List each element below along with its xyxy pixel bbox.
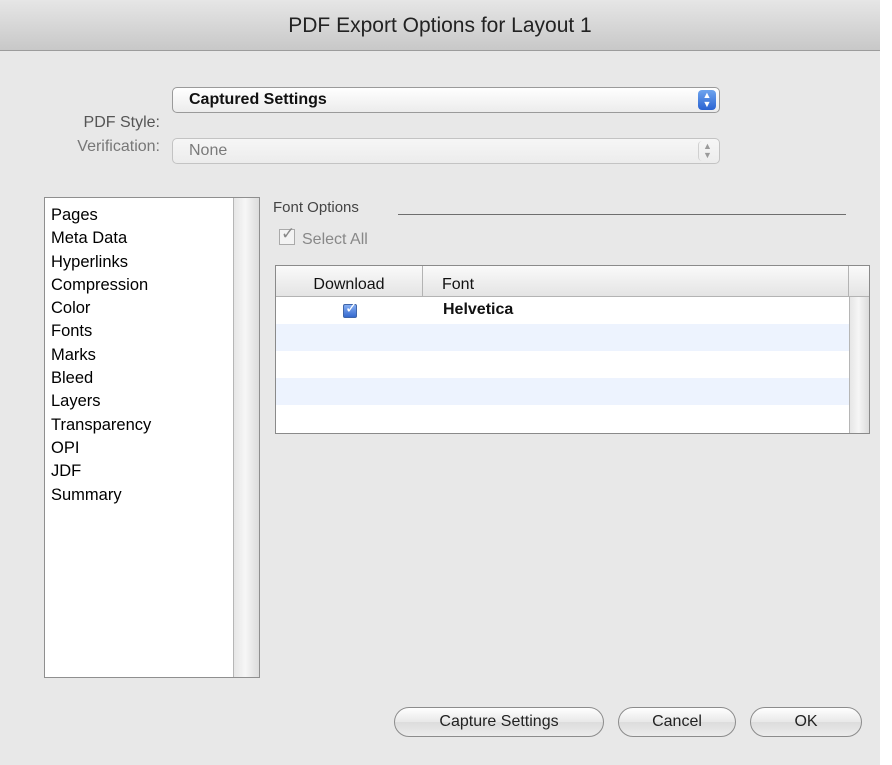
popup-arrows-icon: ▲ ▼ [698, 90, 716, 110]
sidebar-item-marks[interactable]: Marks [51, 344, 259, 367]
sidebar-item-jdf[interactable]: JDF [51, 460, 259, 483]
font-table[interactable]: Download Font ✓ Helvetica [275, 265, 870, 434]
verification-value: None [189, 142, 228, 159]
font-options-title: Font Options [273, 199, 363, 216]
settings-category-list[interactable]: Pages Meta Data Hyperlinks Compression C… [44, 197, 260, 678]
sidebar-item-compression[interactable]: Compression [51, 274, 259, 297]
table-row-empty [276, 405, 850, 432]
cancel-button[interactable]: Cancel [618, 707, 736, 737]
ok-button[interactable]: OK [750, 707, 862, 737]
capture-settings-button[interactable]: Capture Settings [394, 707, 604, 737]
verification-label: Verification: [77, 138, 160, 155]
popup-arrows-icon: ▲ ▼ [698, 141, 716, 161]
column-header-font[interactable]: Font [422, 266, 849, 296]
sidebar-item-fonts[interactable]: Fonts [51, 320, 259, 343]
select-all-checkbox[interactable]: ✓ Select All [279, 224, 368, 249]
pdf-style-popup[interactable]: Captured Settings ▲ ▼ [172, 87, 720, 113]
sidebar-item-color[interactable]: Color [51, 297, 259, 320]
window-title: PDF Export Options for Layout 1 [0, 0, 880, 51]
font-name: Helvetica [443, 301, 514, 318]
checkmark-icon: ✓ [345, 300, 358, 317]
select-all-label: Select All [302, 231, 368, 248]
sidebar-item-transparency[interactable]: Transparency [51, 414, 259, 437]
table-header: Download Font [276, 266, 869, 297]
column-header-download[interactable]: Download [276, 266, 423, 296]
pdf-export-dialog: PDF Export Options for Layout 1 PDF Styl… [0, 0, 880, 765]
pdf-style-value: Captured Settings [189, 91, 327, 108]
table-row-empty [276, 378, 850, 405]
sidebar-scrollbar[interactable] [233, 198, 259, 677]
table-scrollbar[interactable] [849, 297, 869, 433]
sidebar-item-pages[interactable]: Pages [51, 204, 259, 227]
table-row[interactable]: ✓ Helvetica [276, 297, 850, 324]
pdf-style-label: PDF Style: [83, 114, 160, 131]
sidebar-item-meta-data[interactable]: Meta Data [51, 227, 259, 250]
sidebar-item-layers[interactable]: Layers [51, 390, 259, 413]
sidebar-item-hyperlinks[interactable]: Hyperlinks [51, 251, 259, 274]
checkbox-icon: ✓ [279, 224, 296, 245]
group-divider [398, 214, 846, 215]
download-checkbox[interactable]: ✓ [343, 300, 358, 318]
table-row-empty [276, 351, 850, 378]
table-row-empty [276, 324, 850, 351]
sidebar-item-summary[interactable]: Summary [51, 484, 259, 507]
sidebar-item-bleed[interactable]: Bleed [51, 367, 259, 390]
verification-popup[interactable]: None ▲ ▼ [172, 138, 720, 164]
sidebar-item-opi[interactable]: OPI [51, 437, 259, 460]
